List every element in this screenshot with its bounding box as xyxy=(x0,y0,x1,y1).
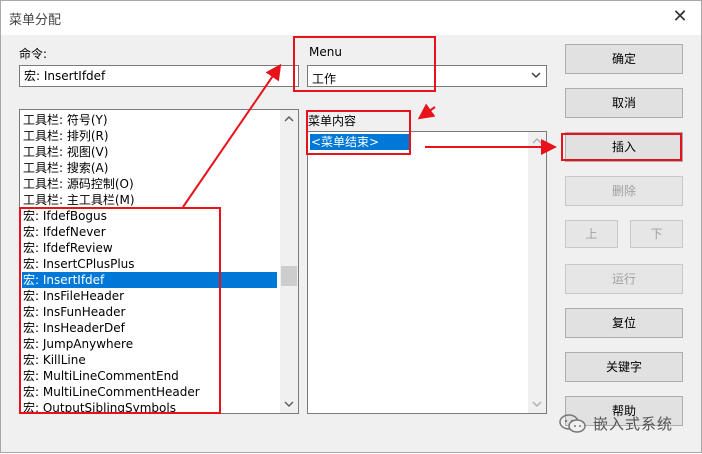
command-label: 命令: xyxy=(19,47,48,61)
command-list-item[interactable]: 宏: MultiLineCommentEnd xyxy=(22,368,277,384)
menu-contents-label: 菜单内容 xyxy=(308,114,357,128)
command-list-item[interactable]: 宏: InsFunHeader xyxy=(22,304,277,320)
command-list-item[interactable]: 宏: IfdefNever xyxy=(22,224,277,240)
menu-label: Menu xyxy=(309,45,342,59)
command-list-item[interactable]: 宏: MultiLineCommentHeader xyxy=(22,384,277,400)
command-list-item[interactable]: 工具栏: 主工具栏(M) xyxy=(22,192,277,208)
command-list[interactable]: 工具栏: 符号(Y) 工具栏: 排列(R) 工具栏: 视图(V) 工具栏: 搜索(A)… xyxy=(19,109,299,414)
menu-contents-scrollbar[interactable] xyxy=(528,132,546,413)
command-list-item[interactable]: 宏: JumpAnywhere xyxy=(22,336,277,352)
command-list-item[interactable]: 宏: KillLine xyxy=(22,352,277,368)
ok-button[interactable]: 确定 xyxy=(565,44,683,74)
scroll-thumb[interactable] xyxy=(281,266,297,286)
chevron-down-icon[interactable] xyxy=(530,69,542,81)
command-list-item[interactable]: 工具栏: 符号(Y) xyxy=(22,112,277,128)
run-button[interactable]: 运行 xyxy=(565,264,683,294)
arrow-to-contents xyxy=(417,103,436,120)
menu-contents-item[interactable]: <菜单结束> xyxy=(310,134,410,150)
command-list-item[interactable]: 宏: InsFileHeader xyxy=(22,288,277,304)
reset-button[interactable]: 复位 xyxy=(565,308,683,338)
command-list-item[interactable]: 工具栏: 搜索(A) xyxy=(22,160,277,176)
command-list-item[interactable]: 宏: InsHeaderDef xyxy=(22,320,277,336)
scroll-down-icon[interactable] xyxy=(531,399,543,409)
command-list-item[interactable]: 宏: IfdefBogus xyxy=(22,208,277,224)
title-bar: 菜单分配 ✕ xyxy=(1,1,701,35)
scroll-up-icon[interactable] xyxy=(283,114,295,124)
menu-dropdown-value: 工作 xyxy=(312,72,337,86)
wechat-icon xyxy=(559,414,586,433)
window-title: 菜单分配 xyxy=(9,13,62,28)
command-list-item[interactable]: 工具栏: 排列(R) xyxy=(22,128,277,144)
up-button[interactable]: 上 xyxy=(565,220,618,248)
command-list-item[interactable]: 工具栏: 源码控制(O) xyxy=(22,176,277,192)
command-list-item[interactable]: 宏: OutputSiblingSymbols xyxy=(22,400,277,413)
delete-button[interactable]: 删除 xyxy=(565,176,683,206)
menu-dropdown[interactable]: 工作 xyxy=(307,65,547,87)
command-list-item[interactable]: 工具栏: 视图(V) xyxy=(22,144,277,160)
down-button[interactable]: 下 xyxy=(630,220,683,248)
watermark: 嵌入式系统 xyxy=(557,411,687,437)
menu-contents-list[interactable]: <菜单结束> xyxy=(307,131,547,414)
cancel-button[interactable]: 取消 xyxy=(565,88,683,118)
command-input[interactable]: 宏: InsertIfdef xyxy=(19,65,299,87)
menu-assign-dialog: 菜单分配 ✕ 命令: 宏: InsertIfdef 工具栏: 符号(Y) 工具栏:… xyxy=(0,0,702,453)
command-list-scrollbar[interactable] xyxy=(280,110,298,413)
insert-button[interactable]: 插入 xyxy=(565,132,683,162)
command-list-item[interactable]: 宏: InsertIfdef xyxy=(22,272,277,288)
watermark-text: 嵌入式系统 xyxy=(593,415,674,433)
close-icon[interactable]: ✕ xyxy=(663,3,697,31)
scroll-up-icon[interactable] xyxy=(531,136,543,146)
keys-button[interactable]: 关键字 xyxy=(565,352,683,382)
command-list-item[interactable]: 宏: InsertCPlusPlus xyxy=(22,256,277,272)
scroll-down-icon[interactable] xyxy=(283,399,295,409)
command-list-item[interactable]: 宏: IfdefReview xyxy=(22,240,277,256)
